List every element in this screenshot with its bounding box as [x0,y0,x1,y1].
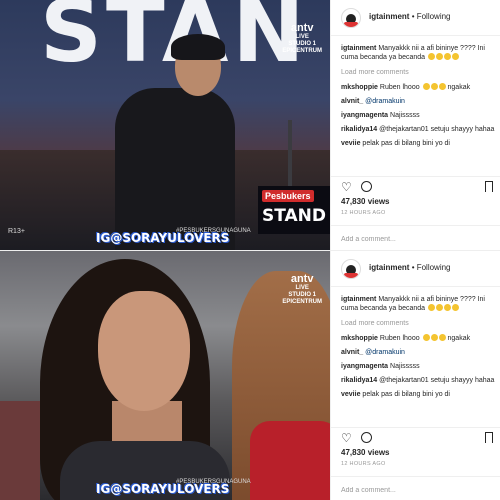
emoji-icon [452,53,460,60]
post-image[interactable]: STAN antv LIVE STUDIO 1 EPICENTRUM Pesbu… [0,0,330,250]
emoji-icon [444,53,452,60]
following-status[interactable]: • Following [412,263,451,272]
comment-text: pelak pas di bilang bini yo di [362,140,450,147]
comment-username[interactable]: iyangmagenta [341,112,388,119]
emoji-icon [430,334,438,341]
comment-text: Najisssss [390,363,420,370]
comment-username[interactable]: veviie [341,140,360,147]
comment-text: Najisssss [390,112,420,119]
performer [95,30,235,250]
comment-username[interactable]: mkshoppie [341,335,378,342]
comment-text-suffix: ngakak [447,335,471,342]
add-comment-bar [331,476,500,500]
username-link[interactable]: igtainment [369,263,409,272]
comment-text: @thejakartan01 setuju shayyy hahaa [379,377,495,384]
caption-username[interactable]: igtainment [341,296,376,303]
comment-item: mkshoppie Ruben lhooo ngakak [341,83,497,92]
comment-username[interactable]: mkshoppie [341,84,378,91]
load-more-comments-link[interactable]: Load more comments [341,68,497,77]
side-person-outfit [250,421,330,500]
emoji-icon [438,83,446,90]
caption: igtainment Manyakkk nii a afi bininye ??… [341,295,497,313]
comment-icon[interactable] [361,432,372,443]
comment-list: igtainment Manyakkk nii a afi bininye ??… [341,295,497,404]
post-header: igtainment • Following [331,0,500,36]
comment-item: iyangmagenta Najisssss [341,362,497,371]
following-status[interactable]: • Following [412,12,451,21]
emoji-icon [452,304,460,311]
watermark: IG@SORAYULOVERS [96,482,230,496]
comment-list: igtainment Manyakkk nii a afi bininye ??… [341,44,497,153]
instagram-post-top: STAN antv LIVE STUDIO 1 EPICENTRUM Pesbu… [0,0,500,250]
comment-item: mkshoppie Ruben lhooo ngakak [341,334,497,343]
instagram-post-bottom: antv LIVE STUDIO 1 EPICENTRUM #PESBUKERS… [0,250,500,500]
comment-text: Ruben lhooo [379,335,420,342]
emoji-icon [428,53,436,60]
avatar[interactable] [341,8,361,28]
emoji-icon [436,53,444,60]
emoji-icon [444,304,452,311]
comment-username[interactable]: alvnit_ [341,349,363,356]
rating-label: R13+ [8,228,25,235]
heart-icon[interactable]: ♡ [341,181,352,193]
comment-item: rikalidya14 @thejakartan01 setuju shayyy… [341,125,497,134]
comment-username[interactable]: alvnit_ [341,98,363,105]
channel-logo: antv LIVE STUDIO 1 EPICENTRUM [282,22,322,54]
view-count[interactable]: 47,830 views [341,197,389,206]
bookmark-icon[interactable] [485,432,493,443]
comment-username[interactable]: iyangmagenta [341,363,388,370]
comment-item: veviie pelak pas di bilang bini yo di [341,139,497,148]
emoji-icon [428,304,436,311]
post-sidebar: igtainment • Following igtainment Manyak… [330,251,500,500]
show-badge-small: Pesbukers [262,190,314,202]
comment-icon[interactable] [361,181,372,192]
comment-item: iyangmagenta Najisssss [341,111,497,120]
post-sidebar: igtainment • Following igtainment Manyak… [330,0,500,250]
caption-username[interactable]: igtainment [341,45,376,52]
post-actions: ♡ [331,176,500,194]
bookmark-icon[interactable] [485,181,493,192]
post-timestamp[interactable]: 12 HOURS AGO [341,461,386,467]
view-count[interactable]: 47,830 views [341,448,389,457]
post-timestamp[interactable]: 12 HOURS AGO [341,210,386,216]
comment-item: alvnit_ @dramakuin [341,348,497,357]
emoji-icon [422,83,430,90]
heart-icon[interactable]: ♡ [341,432,352,444]
add-comment-input[interactable] [341,484,491,496]
comment-username[interactable]: veviie [341,391,360,398]
username-link[interactable]: igtainment [369,12,409,21]
watermark: IG@SORAYULOVERS [96,231,230,245]
caption: igtainment Manyakkk nii a afi bininye ??… [341,44,497,62]
add-comment-bar [331,225,500,250]
post-image[interactable]: antv LIVE STUDIO 1 EPICENTRUM #PESBUKERS… [0,251,330,500]
woman-closeup [40,251,240,500]
load-more-comments-link[interactable]: Load more comments [341,319,497,328]
comment-text: pelak pas di bilang bini yo di [362,391,450,398]
emoji-icon [430,83,438,90]
add-comment-input[interactable] [341,233,491,245]
post-header: igtainment • Following [331,251,500,287]
emoji-icon [438,334,446,341]
comment-mention[interactable]: @dramakuin [365,98,405,105]
comment-item: veviie pelak pas di bilang bini yo di [341,390,497,399]
emoji-icon [436,304,444,311]
channel-logo: antv LIVE STUDIO 1 EPICENTRUM [282,273,322,305]
background-audience [0,401,40,500]
comment-username[interactable]: rikalidya14 [341,377,377,384]
show-badge-title: STAND U [262,206,330,226]
emoji-icon [422,334,430,341]
comment-item: alvnit_ @dramakuin [341,97,497,106]
comment-text: @thejakartan01 setuju shayyy hahaa [379,126,495,133]
comment-text: Ruben lhooo [379,84,420,91]
avatar[interactable] [341,259,361,279]
post-actions: ♡ [331,427,500,445]
comment-item: rikalidya14 @thejakartan01 setuju shayyy… [341,376,497,385]
comment-mention[interactable]: @dramakuin [365,349,405,356]
comment-username[interactable]: rikalidya14 [341,126,377,133]
comment-text-suffix: ngakak [447,84,471,91]
